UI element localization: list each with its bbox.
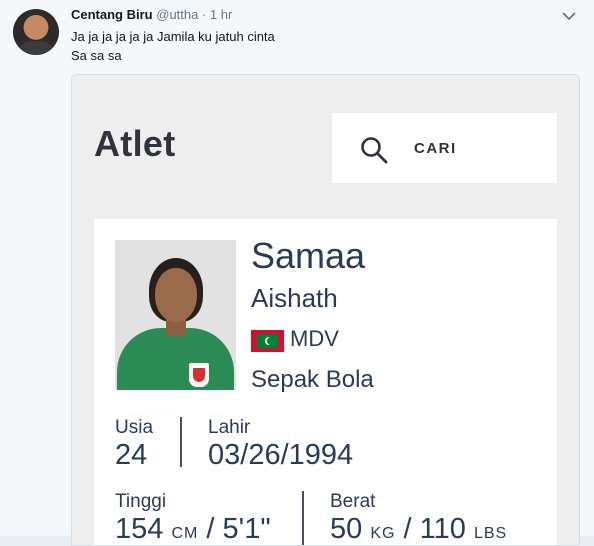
birth-label: Lahir	[208, 417, 251, 438]
height-label: Tinggi	[115, 491, 167, 512]
birth-value: 03/26/1994	[208, 439, 354, 471]
athlete-photo	[115, 240, 236, 390]
height-value: 154 CM / 5'1"	[115, 513, 271, 545]
attached-image[interactable]: Atlet CARI Samaa Aishath MDV Sepak Bola	[71, 74, 580, 546]
stat-divider	[302, 491, 304, 545]
athlete-sport: Sepak Bola	[251, 366, 374, 393]
tweet-meta[interactable]: @uttha · 1 hr	[156, 7, 232, 22]
weight-kg-unit: KG	[370, 525, 396, 542]
tweet-line: Ja ja ja ja ja ja Jamila ku jatuh cinta	[71, 29, 275, 44]
search-icon	[361, 137, 388, 164]
weight-label: Berat	[330, 491, 376, 512]
height-separator: /	[206, 513, 215, 545]
tweet-header: Centang Biru @uttha · 1 hr	[71, 7, 232, 23]
page-title: Atlet	[94, 123, 176, 164]
weight-value: 50 KG / 110 LBS	[330, 513, 508, 545]
tweet-line: Sa sa sa	[71, 48, 122, 63]
flag-icon	[251, 330, 284, 352]
search-button[interactable]: CARI	[332, 113, 557, 183]
search-label: CARI	[414, 140, 457, 157]
weight-lbs-unit: LBS	[473, 525, 508, 542]
height-cm-unit: CM	[171, 525, 199, 542]
weight-separator: /	[403, 513, 412, 545]
weight-lbs: 110	[419, 513, 466, 545]
country-code: MDV	[290, 326, 339, 351]
age-label: Usia	[115, 417, 154, 438]
chevron-down-icon[interactable]	[561, 8, 577, 24]
athlete-card: Samaa Aishath MDV Sepak Bola Usia 24 Lah…	[94, 219, 557, 545]
age-value: 24	[115, 439, 148, 471]
tweet: Centang Biru @uttha · 1 hr Ja ja ja ja j…	[0, 0, 594, 546]
weight-kg: 50	[330, 513, 363, 545]
author-name[interactable]: Centang Biru	[71, 7, 153, 22]
athlete-given-name: Aishath	[251, 283, 338, 313]
height-ft: 5'1"	[222, 513, 271, 545]
avatar[interactable]	[13, 9, 59, 55]
athlete-family-name: Samaa	[251, 235, 366, 276]
stat-divider	[180, 417, 182, 467]
tweet-text: Ja ja ja ja ja ja Jamila ku jatuh cinta …	[71, 27, 275, 65]
height-cm: 154	[115, 513, 164, 545]
